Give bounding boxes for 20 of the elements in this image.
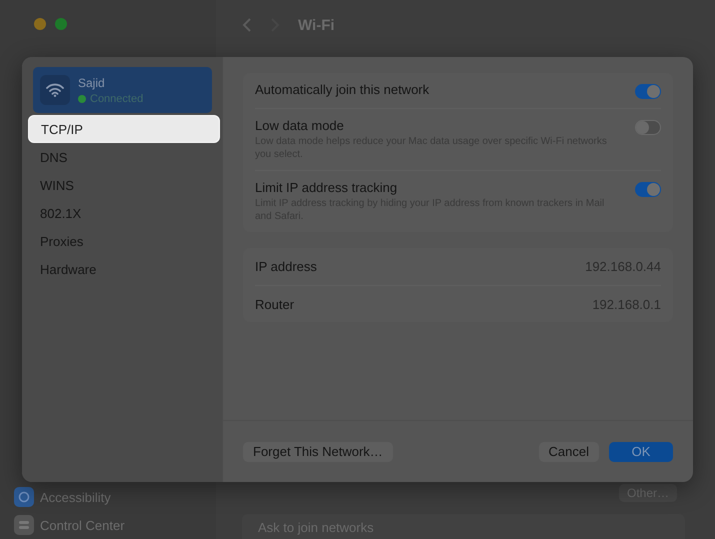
accessibility-icon <box>14 487 34 507</box>
status-dot <box>78 94 86 102</box>
toggle-switch[interactable] <box>635 120 661 135</box>
setting-label: Automatically join this network <box>255 82 430 97</box>
setting-label: Low data mode <box>255 118 345 133</box>
info-label: Router <box>255 296 294 312</box>
minimize-button[interactable] <box>34 18 46 30</box>
wifi-icon <box>46 83 64 97</box>
toggle-switch[interactable] <box>635 182 661 197</box>
back-icon[interactable] <box>242 17 252 33</box>
setting-label: Limit IP address tracking <box>255 180 398 195</box>
cancel-button[interactable]: Cancel <box>538 442 599 462</box>
info-label: IP address <box>255 259 317 274</box>
toggles-icon <box>14 515 34 535</box>
forget-network-button[interactable]: Forget This Network… <box>243 442 393 462</box>
sidebar-item[interactable]: TCP/IP <box>28 115 220 143</box>
ok-button[interactable]: OK <box>609 442 673 462</box>
zoom-button[interactable] <box>55 18 67 30</box>
toggle-switch[interactable] <box>635 84 661 99</box>
network-name: Sajid <box>78 76 106 90</box>
